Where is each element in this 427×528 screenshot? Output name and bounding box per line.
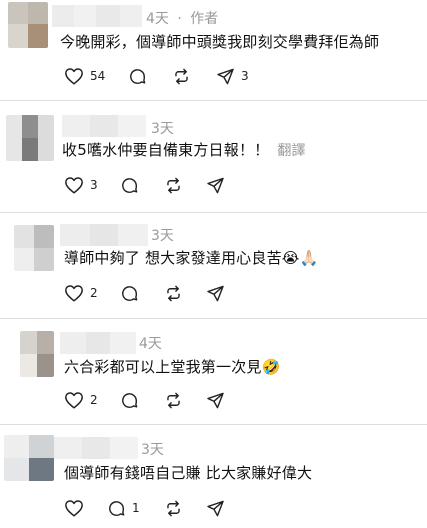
reply-button[interactable]	[120, 175, 139, 195]
username-blurred[interactable]	[52, 5, 142, 27]
share-button[interactable]	[206, 283, 225, 303]
like-button[interactable]: 3	[64, 175, 98, 195]
like-count: 54	[90, 69, 106, 83]
reply-count: 1	[132, 501, 140, 515]
username-blurred[interactable]	[60, 332, 136, 354]
comment-item: 4天 · 作者 今晚開彩，個導師中頭獎我即刻交學費拜佢為師 54 3	[0, 0, 427, 100]
reply-button[interactable]	[120, 390, 139, 410]
repost-button[interactable]	[172, 66, 191, 86]
comment-item: 3天 個導師有錢唔自己賺 比大家賺好偉大 1	[0, 425, 427, 528]
send-icon	[207, 285, 224, 301]
comment-text: 導師中夠了 想大家發達用心良苦😭🙏🏻	[64, 249, 319, 267]
reply-button[interactable]: 1	[107, 498, 140, 518]
timestamp: 4天	[146, 11, 169, 27]
comment-meta: 4天	[139, 333, 162, 353]
comment-meta: 3天	[151, 225, 174, 245]
comment-item: 4天 六合彩都可以上堂我第一次見🤣 2	[0, 319, 427, 425]
repost-icon	[175, 68, 188, 84]
repost-icon	[167, 392, 180, 408]
comment-bubble-icon	[109, 500, 125, 516]
share-button[interactable]	[206, 175, 225, 195]
comment-bubble-icon	[122, 177, 138, 193]
reply-button[interactable]	[120, 283, 139, 303]
send-icon	[207, 392, 224, 408]
username-blurred[interactable]	[60, 224, 148, 246]
comment-item: 3天 收5嚿水仲要自備東方日報！！ 翻譯 3	[0, 101, 427, 213]
avatar[interactable]	[6, 115, 54, 161]
timestamp: 3天	[151, 228, 174, 244]
share-button[interactable]	[206, 498, 225, 518]
like-button[interactable]: 54	[64, 66, 105, 86]
repost-icon	[167, 500, 180, 516]
comment-text: 今晚開彩，個導師中頭獎我即刻交學費拜佢為師	[60, 33, 380, 51]
comment-meta: 3天	[141, 439, 164, 459]
heart-icon	[65, 500, 83, 517]
meta-separator: ·	[177, 11, 182, 27]
like-count: 2	[90, 393, 98, 407]
repost-button[interactable]	[164, 283, 183, 303]
comment-text: 六合彩都可以上堂我第一次見🤣	[64, 358, 281, 376]
repost-button[interactable]	[164, 498, 183, 518]
share-button[interactable]	[206, 390, 225, 410]
username-blurred[interactable]	[54, 437, 138, 459]
repost-button[interactable]	[164, 390, 183, 410]
author-badge: 作者	[190, 11, 219, 27]
comment-text: 收5嚿水仲要自備東方日報！！	[62, 141, 270, 159]
share-count: 3	[241, 69, 249, 83]
like-count: 2	[90, 286, 98, 300]
translate-link[interactable]: 翻譯	[277, 143, 305, 159]
share-button[interactable]: 3	[216, 66, 249, 86]
comment-bubble-icon	[122, 392, 138, 408]
timestamp: 4天	[139, 336, 162, 352]
send-icon	[217, 68, 234, 84]
repost-icon	[167, 285, 180, 301]
timestamp: 3天	[141, 442, 164, 458]
heart-icon	[65, 68, 83, 85]
comment-meta: 4天 · 作者	[146, 8, 218, 28]
like-button[interactable]	[64, 498, 84, 518]
avatar[interactable]	[20, 331, 54, 377]
repost-icon	[167, 177, 180, 193]
like-button[interactable]: 2	[64, 390, 98, 410]
avatar[interactable]	[8, 2, 48, 48]
like-button[interactable]: 2	[64, 283, 98, 303]
send-icon	[207, 177, 224, 193]
heart-icon	[65, 285, 83, 302]
heart-icon	[65, 392, 83, 409]
timestamp: 3天	[151, 121, 174, 137]
comment-meta: 3天	[151, 118, 174, 138]
repost-button[interactable]	[164, 175, 183, 195]
avatar[interactable]	[14, 225, 54, 271]
send-icon	[207, 500, 224, 516]
comment-bubble-icon	[130, 68, 146, 84]
like-count: 3	[90, 178, 98, 192]
heart-icon	[65, 177, 83, 194]
comment-item: 3天 導師中夠了 想大家發達用心良苦😭🙏🏻 2	[0, 213, 427, 319]
comment-text-row: 收5嚿水仲要自備東方日報！！ 翻譯	[62, 139, 306, 160]
username-blurred[interactable]	[62, 115, 146, 137]
comment-text: 個導師有錢唔自己賺 比大家賺好偉大	[64, 464, 313, 482]
reply-button[interactable]	[128, 66, 147, 86]
avatar[interactable]	[4, 435, 54, 481]
comment-bubble-icon	[122, 285, 138, 301]
